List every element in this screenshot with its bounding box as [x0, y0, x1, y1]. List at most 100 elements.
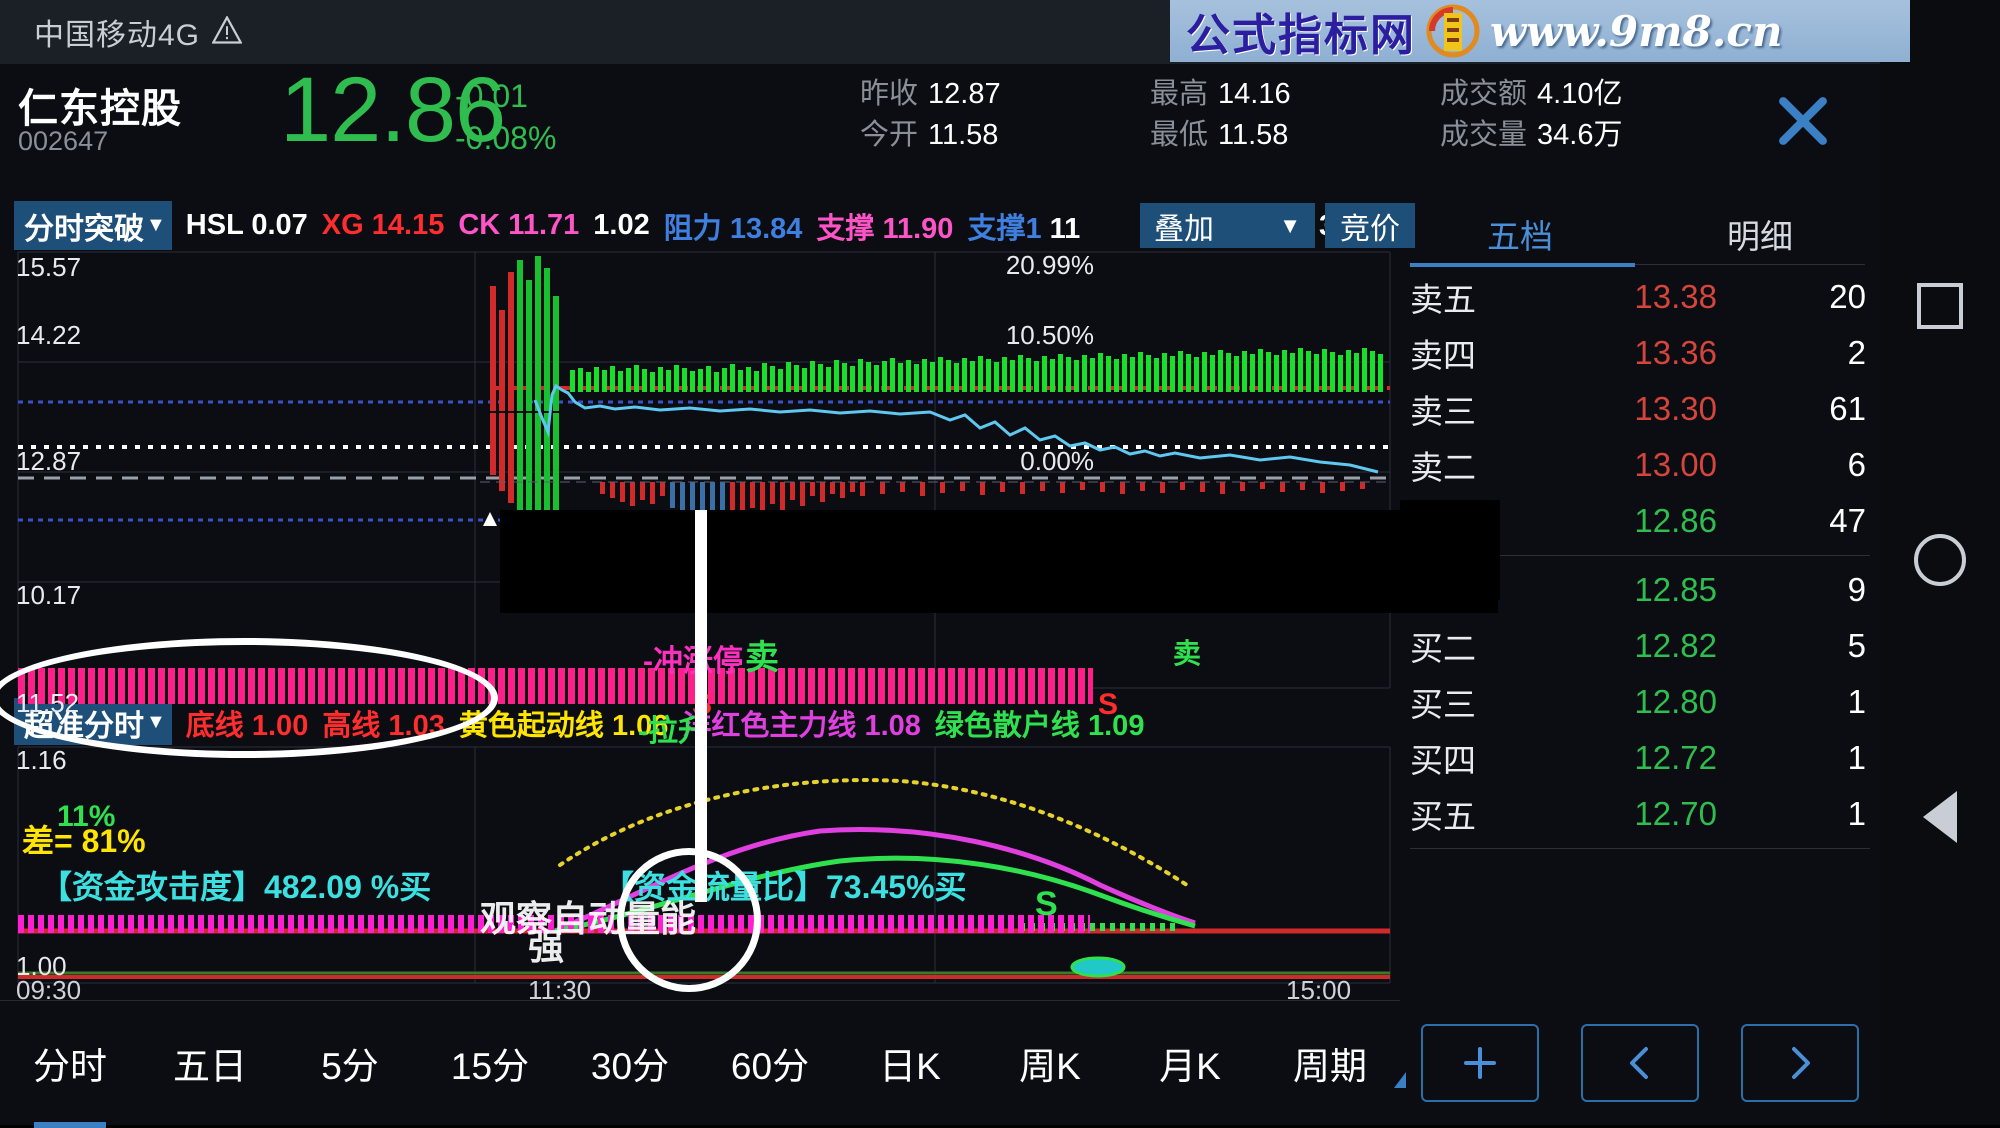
tab-daily-k[interactable]: 日K [840, 1036, 980, 1090]
annot-sell-1: 卖 [745, 639, 779, 677]
annot-limit-up: -冲涨停 [643, 645, 743, 678]
tab-period[interactable]: 周期 [1260, 1036, 1406, 1090]
price-value: 13.00 [1634, 446, 1717, 483]
tab-label: 周期 [1293, 1046, 1367, 1087]
tab-weekly-k[interactable]: 周K [980, 1036, 1120, 1090]
stat-high: 最高 14.16 [1150, 74, 1291, 115]
home-circle-icon[interactable] [1914, 533, 1966, 586]
y-axis-label-2: 12.87 [16, 446, 82, 476]
watermark-cn-text: 公式指标网 [1186, 10, 1416, 61]
ask-row-2[interactable]: 卖二 13.00 6 [1400, 437, 1880, 493]
sub-y-axis-label-0: 1.16 [16, 745, 67, 775]
recents-square-icon[interactable] [1917, 282, 1963, 329]
occlusion-box-chart [500, 510, 1498, 613]
indicator-selector-fenshi-tupo[interactable]: 分时突破 ▼ [14, 200, 172, 251]
order-book-bottom-separator [1410, 848, 1870, 849]
stat-prev-close: 昨收 12.87 [860, 74, 1001, 115]
bid-row-5[interactable]: 买五 12.70 1 [1400, 786, 1880, 842]
stat-value: 4.10亿 [1537, 78, 1623, 110]
ind-value: 11 [1049, 212, 1081, 245]
ind-label: XG [321, 209, 364, 241]
next-button[interactable] [1741, 1023, 1859, 1102]
tab-15min[interactable]: 15分 [420, 1036, 560, 1090]
chevron-left-icon [1630, 1046, 1648, 1079]
ask-row-5[interactable]: 卖五 13.38 20 [1400, 269, 1880, 325]
tab-monthly-k[interactable]: 月K [1120, 1036, 1260, 1090]
stat-label: 成交额 [1440, 78, 1528, 110]
bid-auction-button[interactable]: 竞价 [1325, 203, 1415, 248]
tab-label: 日K [879, 1046, 941, 1087]
qty-value: 61 [1829, 390, 1866, 427]
close-icon[interactable] [1770, 88, 1836, 154]
level-label: 买二 [1410, 630, 1476, 667]
overlay-button[interactable]: 叠加 ▼ [1140, 203, 1315, 248]
android-nav-bar [1880, 0, 2000, 1125]
annot-sell-2: 卖 [1173, 638, 1202, 669]
ind-value: 1.08 [864, 709, 921, 742]
tab-label: 五档 [1487, 218, 1553, 255]
occlusion-box-orderbook [1400, 500, 1500, 600]
ind-value: 14.15 [371, 209, 445, 241]
ind-extra-value: 1.02 [593, 209, 650, 241]
plus-icon [1464, 1046, 1496, 1079]
tab-active-underline [1410, 263, 1635, 267]
ask-row-4[interactable]: 卖四 13.36 2 [1400, 325, 1880, 381]
tab-60min[interactable]: 60分 [700, 1036, 840, 1090]
ind-support: 支撑 11.90 [816, 205, 953, 247]
level-label: 卖五 [1410, 281, 1476, 318]
chart-controls [1400, 1000, 1880, 1125]
ind-hsl: HSL 0.07 [186, 209, 308, 242]
bid-row-3[interactable]: 买三 12.80 1 [1400, 674, 1880, 730]
tab-label: 分时 [33, 1046, 107, 1087]
add-button[interactable] [1421, 1023, 1539, 1102]
tab-label: 60分 [730, 1046, 810, 1087]
site-watermark: 公式指标网 www.9m8.cn [1170, 0, 1910, 62]
stock-app-root: 中国移动4G 公式指标网 www.9m8.cn 仁东控股 002647 12.8… [0, 0, 2000, 1125]
stat-low: 最低 11.58 [1150, 115, 1291, 156]
stat-column-3: 成交额 4.10亿 成交量 34.6万 [1440, 74, 1622, 156]
stat-value: 12.87 [928, 78, 1001, 110]
tab-trade-detail[interactable]: 明细 [1640, 203, 1880, 265]
carrier-label: 中国移动4G [34, 19, 201, 52]
qty-value: 5 [1847, 627, 1866, 664]
level-label: 卖二 [1410, 449, 1476, 486]
price-value: 12.72 [1634, 739, 1717, 776]
stat-open: 今开 11.58 [860, 115, 1001, 156]
price-value: 13.36 [1634, 334, 1717, 371]
annot-s-marker-2: S [1098, 688, 1119, 721]
tab-label: 30分 [590, 1046, 670, 1087]
stat-label: 昨收 [860, 78, 919, 110]
annot-fund-attack: 【资金攻击度】482.09 %买 [40, 869, 432, 905]
stat-label: 最高 [1150, 78, 1209, 110]
tab-five-day[interactable]: 五日 [140, 1036, 280, 1090]
tab-30min[interactable]: 30分 [560, 1036, 700, 1090]
price-value: 12.70 [1634, 795, 1717, 832]
ask-row-3[interactable]: 卖三 13.30 61 [1400, 381, 1880, 437]
tab-five-levels[interactable]: 五档 [1400, 203, 1640, 265]
level-label: 买四 [1410, 742, 1476, 779]
bid-row-4[interactable]: 买四 12.72 1 [1400, 730, 1880, 786]
qty-value: 1 [1847, 683, 1866, 720]
level-label: 卖三 [1410, 393, 1476, 430]
bid-row-2[interactable]: 买二 12.82 5 [1400, 618, 1880, 674]
stat-column-1: 昨收 12.87 今开 11.58 [860, 74, 1001, 156]
level-label: 买三 [1410, 686, 1476, 723]
ind-label: 绿色散户线 [934, 709, 1080, 742]
tab-5min[interactable]: 5分 [280, 1036, 420, 1090]
sub-annot-strong: 强 [528, 926, 565, 967]
y-axis-label-1: 14.22 [16, 320, 82, 350]
stat-value: 11.58 [1218, 119, 1289, 151]
stat-label: 成交量 [1440, 119, 1528, 151]
qty-value: 2 [1847, 334, 1866, 371]
prev-button[interactable] [1581, 1023, 1699, 1102]
level-label: 卖四 [1410, 337, 1476, 374]
back-triangle-icon[interactable] [1923, 790, 1957, 843]
pct-label-0: 20.99% [1005, 250, 1094, 280]
ind-support1: 支撑1 11 [967, 205, 1080, 247]
ind-ck: CK 11.71 [458, 209, 579, 242]
tab-fenshi[interactable]: 分时 [0, 1036, 140, 1090]
ind-label: CK [458, 209, 501, 241]
quote-header: 仁东控股 002647 12.86 -0.01 -0.08% 昨收 12.87 今… [0, 59, 1880, 162]
pct-label-2: 0.00% [1020, 446, 1094, 476]
ind-value: 13.84 [729, 212, 803, 245]
